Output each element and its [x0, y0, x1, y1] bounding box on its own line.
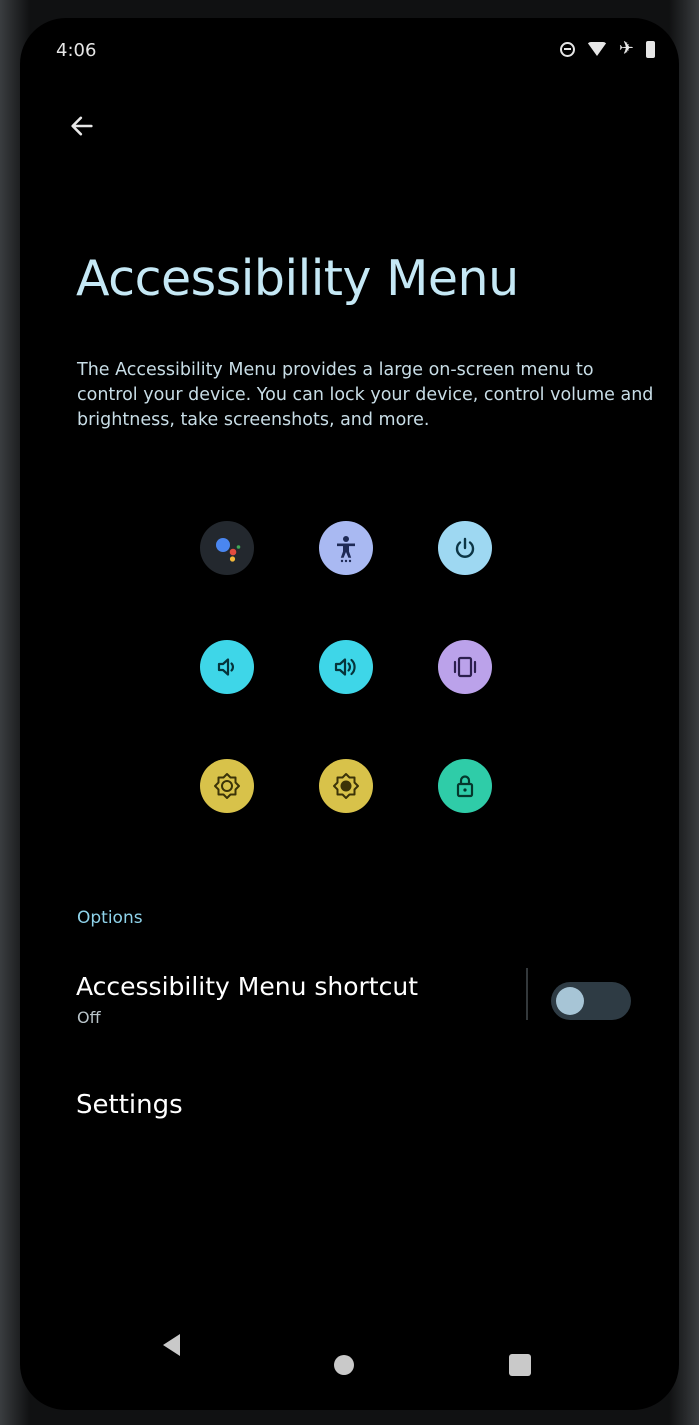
accessibility-settings-icon: [337, 536, 355, 563]
settings-item[interactable]: Settings: [76, 1090, 183, 1120]
recent-apps-tile[interactable]: [438, 640, 492, 694]
shortcut-toggle[interactable]: [551, 982, 631, 1020]
volume-up-icon: [334, 658, 356, 676]
row-divider: [526, 968, 528, 1020]
battery-icon: [646, 40, 655, 58]
volume-down-tile[interactable]: [200, 640, 254, 694]
page-title: Accessibility Menu: [76, 250, 519, 307]
recent-apps-vibrate-icon: [453, 656, 477, 678]
shortcut-status: Off: [77, 1008, 101, 1027]
power-tile[interactable]: [438, 521, 492, 575]
page-description: The Accessibility Menu provides a large …: [77, 360, 654, 430]
volume-down-icon: [217, 658, 234, 676]
volume-up-tile[interactable]: [319, 640, 373, 694]
nav-back-button[interactable]: [158, 1330, 184, 1364]
back-button[interactable]: [62, 106, 102, 146]
status-icons: ✈: [559, 38, 655, 59]
assistant-tile[interactable]: [200, 521, 254, 575]
brightness-down-icon: [214, 773, 240, 799]
status-time: 4:06: [56, 40, 97, 61]
brightness-up-tile[interactable]: [319, 759, 373, 813]
screen: 4:06 ✈ Accessibility Menu The Accessibil…: [20, 18, 679, 1410]
lock-screen-tile[interactable]: [438, 759, 492, 813]
wifi-icon: [586, 42, 607, 56]
options-section-label: Options: [77, 908, 143, 928]
airplane-mode-icon: ✈: [618, 38, 634, 59]
brightness-up-icon: [333, 773, 359, 799]
shortcut-title: Accessibility Menu shortcut: [76, 972, 419, 1001]
do-not-disturb-icon: [559, 41, 575, 57]
toggle-knob: [556, 987, 584, 1015]
power-icon: [455, 537, 475, 558]
accessibility-settings-tile[interactable]: [319, 521, 373, 575]
brightness-down-tile[interactable]: [200, 759, 254, 813]
assistant-icon: [216, 538, 241, 562]
status-bar: 4:06 ✈: [56, 40, 655, 64]
arrow-left-icon: [71, 116, 93, 136]
nav-recents-button[interactable]: [509, 1354, 531, 1376]
accessibility-menu-shortcut-row[interactable]: Accessibility Menu shortcut Off: [56, 960, 644, 1044]
triangle-back-icon: [163, 1334, 180, 1356]
lock-icon: [456, 775, 474, 798]
nav-home-button[interactable]: [334, 1355, 354, 1375]
